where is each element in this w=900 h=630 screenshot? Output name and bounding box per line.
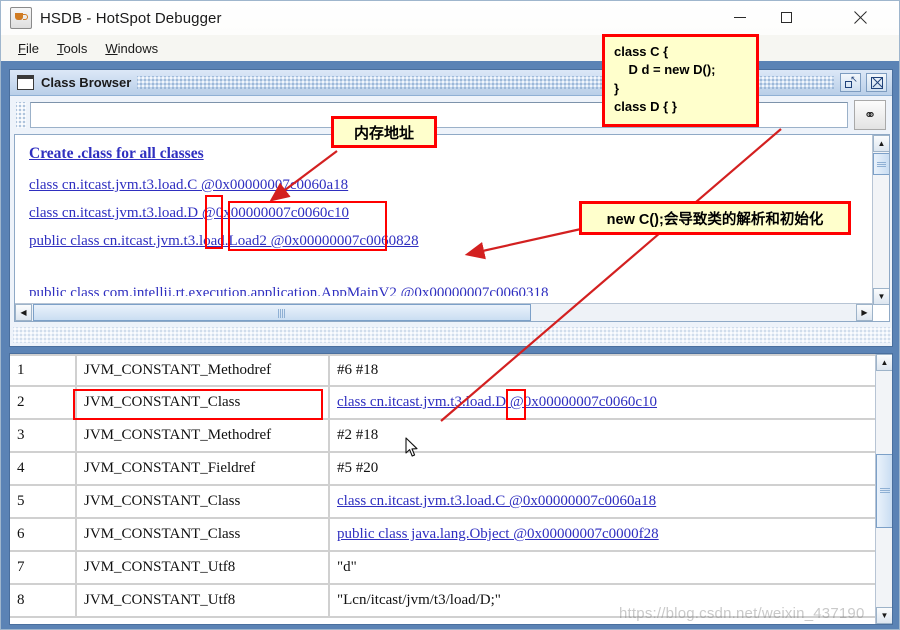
row-index: 4 [10, 453, 77, 486]
class-list-horizontal-scrollbar[interactable]: ◀ ▶ [15, 303, 873, 321]
row-index: 2 [10, 387, 77, 420]
table-scroll-down-button[interactable]: ▼ [876, 607, 892, 624]
minimize-icon [734, 17, 746, 18]
java-cup-icon [10, 7, 32, 29]
close-icon [853, 11, 867, 25]
scroll-right-button[interactable]: ▶ [856, 304, 873, 321]
table-row[interactable]: 1 JVM_CONSTANT_Methodref #6 #18 [10, 354, 876, 387]
class-entry-c[interactable]: class cn.itcast.jvm.t3.load.C @0x0000000… [29, 177, 873, 194]
mdi-desktop-pane: Class Browser ↖ ⚭ Create .class for all [1, 61, 899, 629]
table-row[interactable]: 4 JVM_CONSTANT_Fieldref #5 #20 [10, 453, 876, 486]
row-type: JVM_CONSTANT_Class [77, 519, 330, 552]
row-index: 5 [10, 486, 77, 519]
row-value-link[interactable]: class cn.itcast.jvm.t3.load.D @0x0000000… [330, 387, 876, 420]
class-browser-title: Class Browser [41, 75, 132, 90]
menu-windows-label: indows [117, 40, 159, 56]
annotation-java-code-note: class C { D d = new D(); } class D { } [602, 34, 759, 127]
table-row[interactable]: 2 JVM_CONSTANT_Class class cn.itcast.jvm… [10, 387, 876, 420]
table-scroll-up-button[interactable]: ▲ [876, 354, 892, 371]
triangle-left-icon: ◀ [20, 308, 27, 317]
close-button[interactable] [837, 1, 883, 34]
row-type: JVM_CONSTANT_Class [77, 387, 330, 420]
triangle-up-icon: ▲ [877, 139, 886, 148]
frame-close-icon [870, 76, 883, 89]
scroll-down-button[interactable]: ▼ [873, 288, 889, 305]
class-entry-appmainv2[interactable]: public class com.intellij.rt.execution.a… [29, 285, 549, 296]
menu-tools-label: ools [63, 40, 88, 56]
row-type: JVM_CONSTANT_Class [77, 486, 330, 519]
hsdb-main-window: HSDB - HotSpot Debugger File Tools Windo… [0, 0, 900, 630]
create-class-for-all-classes-link[interactable]: Create .class for all classes [29, 145, 873, 163]
restore-arrow-icon: ↖ [850, 73, 858, 84]
scroll-thumb[interactable] [873, 153, 889, 175]
menu-windows-mnemonic: W [105, 40, 118, 56]
row-index: 8 [10, 585, 77, 618]
binoculars-icon[interactable]: ⚭ [854, 100, 886, 130]
triangle-right-icon: ▶ [861, 308, 868, 317]
mouse-cursor-icon [405, 437, 418, 457]
row-value: #6 #18 [330, 354, 876, 387]
search-button-glyph: ⚭ [863, 106, 877, 124]
table-row[interactable]: 5 JVM_CONSTANT_Class class cn.itcast.jvm… [10, 486, 876, 519]
hscroll-thumb[interactable] [33, 304, 531, 321]
menu-file-label: ile [25, 40, 39, 56]
row-type: JVM_CONSTANT_Methodref [77, 354, 330, 387]
thumb-grip-icon [877, 162, 886, 167]
row-type: JVM_CONSTANT_Utf8 [77, 552, 330, 585]
csdn-watermark: https://blog.csdn.net/weixin_437190 [619, 605, 865, 622]
triangle-up-icon: ▲ [880, 358, 889, 367]
row-type: JVM_CONSTANT_Methodref [77, 420, 330, 453]
menu-file-mnemonic: F [18, 40, 26, 56]
minimize-button[interactable] [717, 1, 763, 34]
maximize-icon [780, 12, 792, 23]
scroll-left-button[interactable]: ◀ [15, 304, 32, 321]
table-scroll-thumb[interactable] [876, 454, 892, 528]
table-row[interactable]: 6 JVM_CONSTANT_Class public class java.l… [10, 519, 876, 552]
scroll-up-button[interactable]: ▲ [873, 135, 889, 152]
row-index: 3 [10, 420, 77, 453]
menu-item-tools[interactable]: Tools [48, 39, 96, 58]
constant-pool-vertical-scrollbar[interactable]: ▲ ▼ [875, 354, 892, 624]
annotation-new-c-note: new C();会导致类的解析和初始化 [579, 201, 851, 235]
class-list-vertical-scrollbar[interactable]: ▲ ▼ [872, 135, 889, 305]
row-index: 6 [10, 519, 77, 552]
window-frame-icon [17, 75, 34, 90]
thumb-grip-icon [880, 488, 890, 493]
class-entry-load2[interactable]: public class cn.itcast.jvm.t3.load.Load2… [29, 233, 873, 250]
toolbar-grip[interactable] [16, 102, 26, 128]
maximize-button[interactable] [763, 1, 809, 34]
row-value: "d" [330, 552, 876, 585]
frame-close-button[interactable] [866, 73, 887, 92]
annotation-memory-address-note: 内存地址 [331, 116, 437, 148]
restore-button[interactable]: ↖ [840, 73, 861, 92]
table-row[interactable]: 7 JVM_CONSTANT_Utf8 "d" [10, 552, 876, 585]
menu-item-file[interactable]: File [9, 39, 48, 58]
row-index: 7 [10, 552, 77, 585]
triangle-down-icon: ▼ [880, 611, 889, 620]
constant-pool-table: 1 JVM_CONSTANT_Methodref #6 #18 2 JVM_CO… [10, 354, 876, 618]
class-browser-title-bar[interactable]: Class Browser ↖ [10, 70, 892, 96]
row-value-link[interactable]: class cn.itcast.jvm.t3.load.C @0x0000000… [330, 486, 876, 519]
menu-bar: File Tools Windows [1, 35, 899, 61]
window-title-bar: HSDB - HotSpot Debugger [1, 1, 899, 36]
window-title: HSDB - HotSpot Debugger [40, 9, 222, 27]
hthumb-grip-icon [278, 309, 285, 318]
triangle-down-icon: ▼ [877, 292, 886, 301]
row-type: JVM_CONSTANT_Fieldref [77, 453, 330, 486]
row-type: JVM_CONSTANT_Utf8 [77, 585, 330, 618]
table-row[interactable]: 3 JVM_CONSTANT_Methodref #2 #18 [10, 420, 876, 453]
menu-item-windows[interactable]: Windows [96, 39, 167, 58]
constant-pool-panel: 1 JVM_CONSTANT_Methodref #6 #18 2 JVM_CO… [9, 353, 893, 625]
row-value-link[interactable]: public class java.lang.Object @0x0000000… [330, 519, 876, 552]
frame-status-strip [13, 327, 891, 343]
row-index: 1 [10, 354, 77, 387]
